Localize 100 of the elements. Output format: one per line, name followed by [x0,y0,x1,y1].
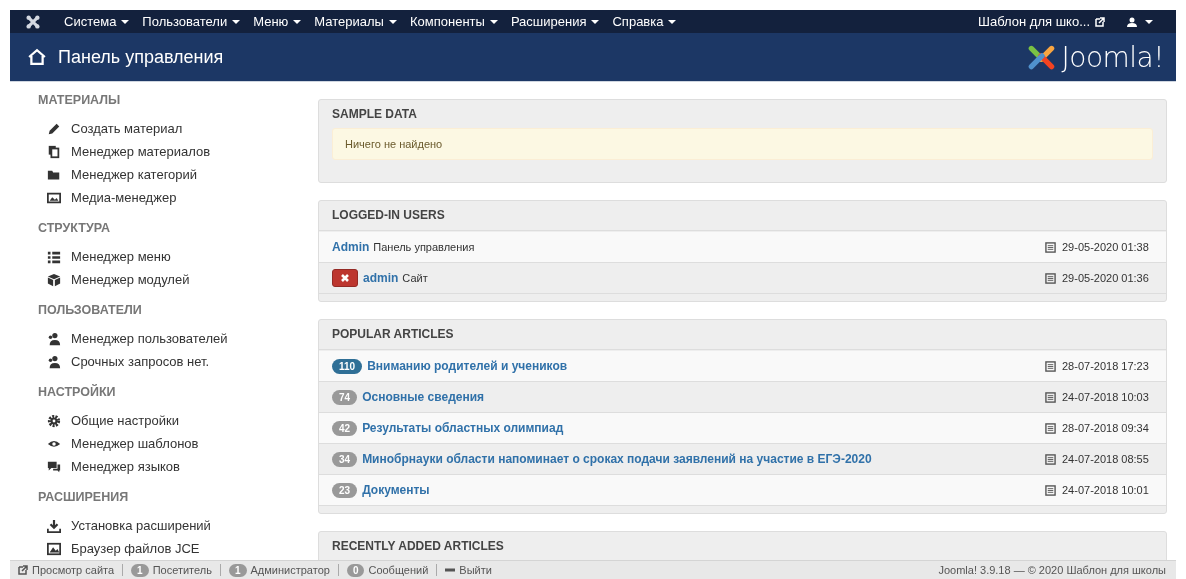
sidebar-link[interactable]: Менеджер языков [71,459,180,474]
menu-item[interactable]: Расширения [510,14,600,29]
sidebar-link[interactable]: Браузер файлов JCE [71,541,200,556]
article-link[interactable]: Вниманию родителей и учеников [367,359,568,373]
section-heading: РАСШИРЕНИЯ [38,489,130,506]
caret-icon [1145,19,1153,24]
sidebar-link[interactable]: Медиа-менеджер [71,190,177,205]
copy-icon [47,144,61,159]
count-badge: 0 [346,563,365,577]
caret-icon [232,19,241,24]
panel-title: POPULAR ARTICLES [319,320,1166,350]
caret-icon [388,19,397,24]
user-menu[interactable] [1127,16,1153,27]
calendar-icon [1045,272,1056,284]
user-location: Сайт [402,272,428,284]
user-location: Панель управления [373,241,475,253]
user-icon [1127,16,1137,27]
sidebar-link[interactable]: Общие настройки [71,413,179,428]
panel-title: SAMPLE DATA [331,106,418,123]
section-heading: СТРУКТУРА [38,220,111,237]
caret-icon [591,19,600,24]
date-text: 28-07-2018 09:34 [1062,422,1149,434]
calendar-icon [1045,391,1056,403]
date-text: 24-07-2018 10:03 [1062,391,1149,403]
status-label: Сообщений [368,564,429,576]
user-link[interactable]: admin [363,271,399,285]
sidebar-link[interactable]: Создать материал [71,121,183,136]
section-heading: МАТЕРИАЛЫ [38,92,122,109]
page-title: Панель управления [58,46,225,68]
download-icon [47,518,61,533]
joomla-logo-icon [26,14,40,29]
date-text: 29-05-2020 01:38 [1062,241,1149,253]
menu-item[interactable]: Меню [253,14,302,29]
sidebar-link[interactable]: Менеджер модулей [71,272,190,287]
external-link-icon [1095,16,1105,27]
panel-title: LOGGED-IN USERS [319,201,1166,231]
comments-icon [47,459,61,474]
menu-item[interactable]: Пользователи [142,14,241,29]
status-link[interactable]: 1 Посетитель [131,563,212,577]
version-text: Joomla! 3.9.18 — © 2020 Шаблон для школы [938,564,1166,576]
caret-icon [121,19,130,24]
calendar-icon [1045,484,1056,496]
section-heading: ПОЛЬЗОВАТЕЛИ [38,302,143,319]
count-badge: 1 [228,563,247,577]
sidebar-link[interactable]: Менеджер категорий [71,167,198,182]
users-icon [47,331,61,346]
article-link[interactable]: Минобрнауки области напоминает о сроках подачи заявлений на участие в ЕГЭ-2020 [362,452,872,466]
menu-item[interactable]: Материалы [314,14,397,29]
caret-icon [489,19,498,24]
caret-icon [668,19,677,24]
caret-icon [293,19,302,24]
logout-button[interactable] [332,269,358,287]
status-label: Выйти [459,564,492,576]
sidebar-link[interactable]: Менеджер шаблонов [71,436,199,451]
cube-icon [47,272,61,287]
calendar-icon [1045,453,1056,465]
sidebar-link[interactable]: Установка расширений [71,518,211,533]
date-text: 28-07-2018 17:23 [1062,360,1149,372]
hits-badge: 34 [332,451,358,467]
date-text: 24-07-2018 08:55 [1062,453,1149,465]
external-link-icon [18,565,28,575]
list-icon [47,249,61,264]
menu-item[interactable]: Система [64,14,130,29]
calendar-icon [1045,241,1056,253]
date-text: 29-05-2020 01:36 [1062,272,1149,284]
menu-item[interactable]: Компоненты [409,14,498,29]
minus-icon [445,568,456,572]
pencil-icon [47,121,61,136]
section-heading: НАСТРОЙКИ [38,383,117,401]
article-link[interactable]: Документы [362,483,430,497]
status-link[interactable]: Выйти [445,564,492,576]
calendar-icon [1045,360,1056,372]
user-link[interactable]: Admin [332,240,370,254]
article-link[interactable]: Результаты областных олимпиад [362,421,564,435]
home-icon [28,48,46,66]
image-icon [47,190,61,205]
date-text: 24-07-2018 10:01 [1062,484,1149,496]
site-link[interactable]: Шаблон для шко... [978,14,1105,29]
status-label: Администратор [250,564,330,576]
gear-icon [47,413,61,428]
hits-badge: 74 [332,389,358,405]
users-icon [47,354,61,369]
image-icon [47,541,61,556]
sidebar-link[interactable]: Менеджер пользователей [71,331,228,346]
sidebar-link[interactable]: Менеджер меню [71,249,171,264]
status-label: Посетитель [152,564,212,576]
sidebar-link[interactable]: Менеджер материалов [71,144,211,159]
status-link[interactable]: 0 Сообщений [346,563,429,577]
alert-message: Ничего не найдено [332,128,1153,160]
sidebar-link[interactable]: Срочных запросов нет. [71,354,210,369]
menu-item[interactable]: Справка [612,14,677,29]
hits-badge: 23 [332,482,358,498]
count-badge: 1 [131,563,149,577]
hits-badge: 42 [332,420,358,436]
hits-badge: 110 [332,358,363,374]
calendar-icon [1045,422,1056,434]
brand-name: Joomla! [1061,40,1164,74]
status-link[interactable]: 1 Администратор [228,563,330,577]
close-icon [340,273,350,283]
article-link[interactable]: Основные сведения [362,390,485,404]
